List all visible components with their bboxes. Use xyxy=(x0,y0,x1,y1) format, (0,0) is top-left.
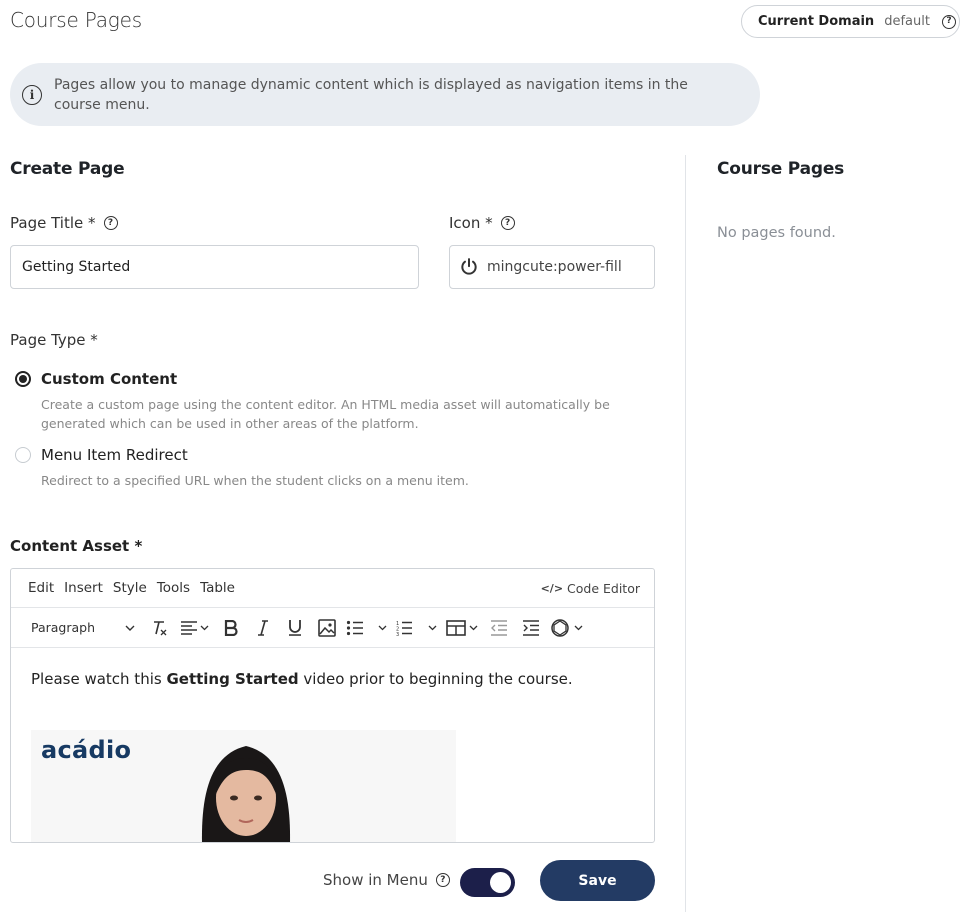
create-page-title: Create Page xyxy=(10,159,125,179)
brand-logo: acádio xyxy=(41,736,132,764)
icon-label-text: Icon * xyxy=(449,214,493,232)
icon-label: Icon * ? xyxy=(449,214,515,232)
menu-tools[interactable]: Tools xyxy=(157,580,190,596)
content-asset-label-text: Content Asset * xyxy=(10,537,143,555)
content-asset-label: Content Asset * xyxy=(10,537,142,555)
icon-input[interactable]: mingcute:power-fill xyxy=(449,245,655,289)
content-editor[interactable]: Edit Insert Style Tools Table </> Code E… xyxy=(10,568,655,843)
outdent-icon[interactable] xyxy=(483,614,515,642)
image-icon[interactable] xyxy=(311,614,343,642)
menu-insert[interactable]: Insert xyxy=(64,580,103,596)
menu-table[interactable]: Table xyxy=(200,580,235,596)
info-banner: i Pages allow you to manage dynamic cont… xyxy=(10,63,760,126)
page-title-label-text: Page Title * xyxy=(10,214,96,232)
course-pages-title: Course Pages xyxy=(717,159,845,179)
editor-toolbar: Paragraph 123 xyxy=(11,608,654,648)
underline-icon[interactable] xyxy=(279,614,311,642)
code-editor-button[interactable]: </> Code Editor xyxy=(541,581,640,596)
editor-content[interactable]: Please watch this Getting Started video … xyxy=(11,648,654,842)
toggle-knob xyxy=(490,872,511,893)
radio-button[interactable] xyxy=(15,447,31,463)
block-format-select[interactable]: Paragraph xyxy=(23,620,143,635)
column-divider xyxy=(685,155,686,912)
align-icon[interactable] xyxy=(175,614,215,642)
code-editor-label: Code Editor xyxy=(567,580,640,596)
chevron-down-icon xyxy=(125,625,135,631)
page-title: Course Pages xyxy=(10,8,142,32)
help-icon[interactable]: ? xyxy=(435,873,450,887)
bold-text: Getting Started xyxy=(166,670,299,688)
page-title-input[interactable]: Getting Started xyxy=(10,245,419,289)
editor-menubar: Edit Insert Style Tools Table </> Code E… xyxy=(11,569,654,608)
bold-icon[interactable] xyxy=(215,614,247,642)
video-thumbnail[interactable]: acádio xyxy=(31,730,456,842)
ai-assistant-icon[interactable] xyxy=(547,614,587,642)
empty-state-text: No pages found. xyxy=(717,225,836,241)
page-type-label: Page Type * xyxy=(10,331,98,349)
current-domain-value: default xyxy=(884,14,930,29)
block-format-value: Paragraph xyxy=(31,620,96,635)
bullet-list-icon[interactable] xyxy=(343,614,393,642)
numbered-list-icon[interactable]: 123 xyxy=(393,614,443,642)
page-title-value: Getting Started xyxy=(22,259,131,275)
italic-icon[interactable] xyxy=(247,614,279,642)
info-text: Pages allow you to manage dynamic conten… xyxy=(54,76,688,113)
current-domain-label: Current Domain xyxy=(758,14,875,29)
show-in-menu: Show in Menu ? xyxy=(323,871,450,889)
radio-description: Redirect to a specified URL when the stu… xyxy=(41,473,469,488)
radio-custom-content[interactable]: Custom Content xyxy=(15,370,177,388)
radio-button[interactable] xyxy=(15,371,31,387)
radio-label: Menu Item Redirect xyxy=(41,446,188,464)
radio-label: Custom Content xyxy=(41,370,178,388)
help-icon[interactable]: ? xyxy=(103,216,118,230)
power-icon xyxy=(461,258,477,275)
code-icon: </> xyxy=(540,581,564,595)
current-domain-selector[interactable]: Current Domain default ? xyxy=(741,5,960,38)
presenter-image xyxy=(201,746,291,842)
clear-formatting-icon[interactable] xyxy=(143,614,175,642)
svg-text:3: 3 xyxy=(396,632,399,636)
menu-edit[interactable]: Edit xyxy=(28,580,54,596)
help-icon[interactable]: ? xyxy=(500,216,515,230)
page-title-label: Page Title * ? xyxy=(10,214,118,232)
page-type-label-text: Page Type * xyxy=(10,331,98,349)
save-button[interactable]: Save xyxy=(540,860,655,901)
help-icon[interactable]: ? xyxy=(941,14,956,29)
menu-style[interactable]: Style xyxy=(113,580,147,596)
indent-icon[interactable] xyxy=(515,614,547,642)
info-icon: i xyxy=(22,84,42,105)
radio-menu-item-redirect[interactable]: Menu Item Redirect xyxy=(15,446,188,464)
show-in-menu-toggle[interactable] xyxy=(460,868,515,897)
icon-value: mingcute:power-fill xyxy=(487,259,622,275)
show-in-menu-label: Show in Menu xyxy=(323,871,428,889)
table-icon[interactable] xyxy=(443,614,483,642)
editor-paragraph: Please watch this Getting Started video … xyxy=(31,670,573,688)
radio-description: Create a custom page using the content e… xyxy=(41,397,610,431)
